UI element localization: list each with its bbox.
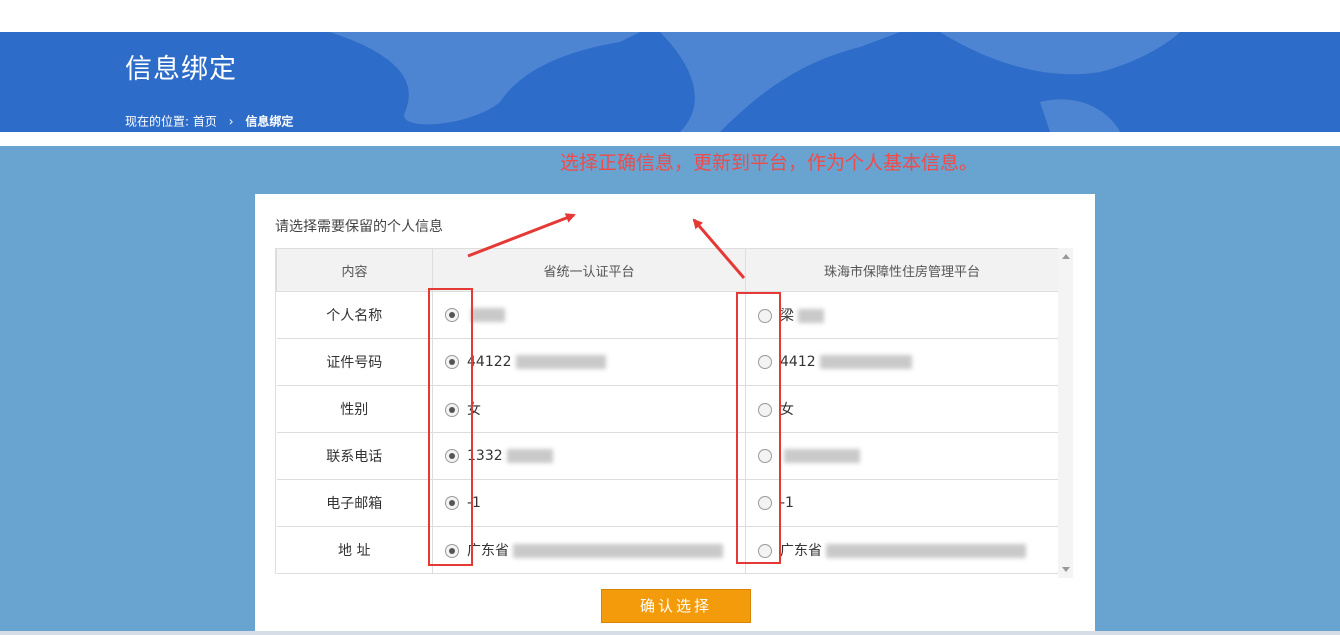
breadcrumb-prefix: 现在的位置: (125, 114, 190, 129)
right-value: 梁 (780, 308, 794, 324)
left-cell: 1332 (432, 432, 746, 480)
table-header-row: 内容 省统一认证平台 珠海市保障性住房管理平台 (276, 248, 1059, 292)
info-select-panel: 请选择需要保留的个人信息 内容 省统一认证平台 珠海市保障性住房管理平台 个人名… (255, 194, 1095, 635)
table-row: 证件号码 44122 4412 (276, 338, 1059, 386)
left-cell: 广东省 (432, 526, 746, 574)
masked-value (784, 449, 860, 463)
right-value: 广东省 (780, 543, 822, 559)
table-scrollbar[interactable] (1058, 248, 1073, 578)
masked-value (819, 355, 912, 369)
right-value: 女 (780, 402, 794, 418)
breadcrumb-separator: › (228, 114, 234, 129)
row-label: 个人名称 (276, 291, 433, 339)
masked-value (826, 544, 1026, 558)
right-cell: 女 (745, 385, 1059, 433)
row-label: 性别 (276, 385, 433, 433)
left-cell (432, 291, 746, 339)
masked-value (798, 309, 824, 323)
left-cell: 女 (432, 385, 746, 433)
masked-value (515, 355, 606, 369)
left-value: 广东省 (467, 543, 509, 559)
right-cell: 梁 (745, 291, 1059, 339)
row-label: 电子邮箱 (276, 479, 433, 527)
scroll-down-arrow-icon[interactable] (1062, 567, 1070, 572)
bottom-edge (0, 631, 1340, 635)
table-row: 电子邮箱 -1 -1 (276, 479, 1059, 527)
info-table-wrapper: 内容 省统一认证平台 珠海市保障性住房管理平台 个人名称 梁 证件号码 4412… (275, 248, 1059, 574)
info-table: 内容 省统一认证平台 珠海市保障性住房管理平台 个人名称 梁 证件号码 4412… (276, 248, 1059, 574)
right-value: 4412 (780, 354, 816, 370)
left-cell: -1 (432, 479, 746, 527)
page-banner: 信息绑定 现在的位置: 首页 › 信息绑定 (0, 32, 1340, 132)
table-row: 性别 女 女 (276, 385, 1059, 433)
annotation-note: 选择正确信息，更新到平台，作为个人基本信息。 (560, 152, 979, 174)
panel-prompt: 请选择需要保留的个人信息 (275, 219, 443, 235)
breadcrumb-home-link[interactable]: 首页 (193, 115, 217, 129)
breadcrumb: 现在的位置: 首页 › 信息绑定 (125, 113, 293, 130)
masked-value (471, 308, 505, 322)
masked-value (506, 449, 553, 463)
right-cell: 广东省 (745, 526, 1059, 574)
right-cell: -1 (745, 479, 1059, 527)
row-label: 证件号码 (276, 338, 433, 386)
left-value: 44122 (467, 354, 512, 370)
row-label: 地 址 (276, 526, 433, 574)
table-row: 地 址 广东省 广东省 (276, 526, 1059, 574)
right-cell: 4412 (745, 338, 1059, 386)
column-header-content: 内容 (276, 248, 433, 292)
highlight-box-left (428, 288, 473, 566)
table-row: 个人名称 梁 (276, 291, 1059, 339)
scroll-up-arrow-icon[interactable] (1062, 254, 1070, 259)
row-label: 联系电话 (276, 432, 433, 480)
masked-value (513, 544, 723, 558)
table-row: 联系电话 1332 (276, 432, 1059, 480)
breadcrumb-current: 信息绑定 (245, 114, 294, 129)
confirm-select-button[interactable]: 确认选择 (601, 589, 751, 623)
right-cell (745, 432, 1059, 480)
left-cell: 44122 (432, 338, 746, 386)
right-value: -1 (780, 495, 794, 511)
column-header-zhuhai: 珠海市保障性住房管理平台 (745, 248, 1059, 292)
highlight-box-right (736, 292, 781, 564)
column-header-province: 省统一认证平台 (432, 248, 746, 292)
page-title: 信息绑定 (125, 54, 237, 85)
